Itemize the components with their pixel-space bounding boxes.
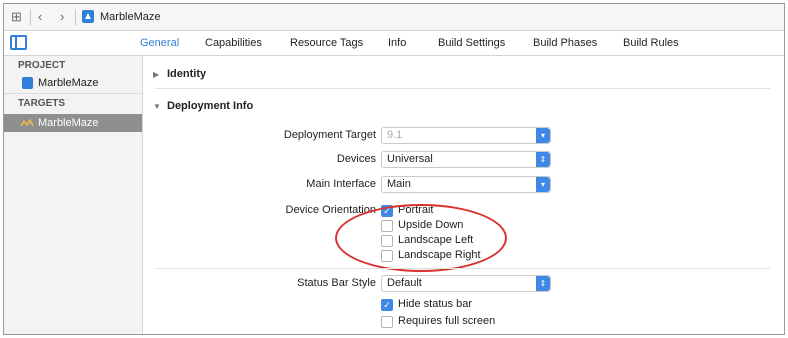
status-bar-style-value: Default (387, 277, 422, 289)
tab-general[interactable]: General (140, 37, 179, 49)
deployment-target-value: 9.1 (387, 129, 403, 141)
up-down-chevron-icon: ⇕ (536, 276, 550, 291)
editor-tab-bar: General Capabilities Resource Tags Info … (4, 31, 784, 56)
tab-info[interactable]: Info (388, 37, 406, 49)
identity-section-title[interactable]: Identity (167, 68, 206, 80)
sidebar-item-target[interactable]: MarbleMaze (4, 114, 142, 132)
checkbox-label: Hide status bar (398, 298, 472, 310)
sidebar-divider (4, 93, 142, 94)
project-heading: PROJECT (18, 60, 66, 71)
chevron-left-icon[interactable]: ‹ (38, 10, 42, 24)
up-down-chevron-icon: ⇕ (536, 152, 550, 167)
tab-build-settings[interactable]: Build Settings (438, 37, 505, 49)
project-navigator: PROJECT MarbleMaze TARGETS MarbleMaze (4, 56, 143, 334)
disclosure-expanded-icon[interactable]: ▼ (153, 102, 161, 111)
tab-build-rules[interactable]: Build Rules (623, 37, 679, 49)
checkbox-label: Requires full screen (398, 315, 496, 327)
disclosure-collapsed-icon[interactable]: ▶ (153, 70, 159, 79)
deployment-target-label: Deployment Target (283, 129, 376, 141)
project-icon (22, 77, 33, 89)
devices-label: Devices (336, 153, 376, 165)
general-settings-panel: ▶ Identity ▼ Deployment Info Deployment … (143, 56, 784, 334)
breadcrumb-project[interactable]: MarbleMaze (100, 11, 161, 23)
sidebar-item-project[interactable]: MarbleMaze (4, 74, 142, 92)
chevron-down-icon[interactable]: ▾ (536, 128, 550, 143)
main-interface-combo[interactable]: Main ▾ (381, 176, 551, 193)
status-bar-style-popup[interactable]: Default ⇕ (381, 275, 551, 292)
sidebar-toggle-icon[interactable] (10, 35, 27, 50)
toolbar-divider (30, 9, 31, 25)
grid-icon[interactable]: ⊞ (11, 10, 22, 24)
toolbar: ⊞ ‹ › MarbleMaze (4, 4, 784, 31)
checkmark-icon: ✓ (381, 299, 393, 311)
section-divider (155, 268, 770, 269)
tab-capabilities[interactable]: Capabilities (205, 37, 262, 49)
app-target-icon (20, 119, 34, 127)
xcode-window: ⊞ ‹ › MarbleMaze General Capabilities Re… (3, 3, 785, 335)
chevron-right-icon[interactable]: › (60, 10, 64, 24)
deployment-info-section-title[interactable]: Deployment Info (167, 100, 253, 112)
project-file-icon (82, 10, 94, 23)
devices-value: Universal (387, 153, 433, 165)
status-bar-style-label: Status Bar Style (297, 277, 376, 289)
sidebar-item-label: MarbleMaze (38, 77, 99, 89)
devices-popup[interactable]: Universal ⇕ (381, 151, 551, 168)
chevron-down-icon[interactable]: ▾ (536, 177, 550, 192)
toolbar-divider (75, 9, 76, 25)
targets-heading: TARGETS (18, 98, 66, 109)
main-interface-label: Main Interface (306, 178, 376, 190)
tab-build-phases[interactable]: Build Phases (533, 37, 597, 49)
annotation-ellipse (335, 204, 507, 272)
main-interface-value: Main (387, 178, 411, 190)
tab-resource-tags[interactable]: Resource Tags (290, 37, 363, 49)
sidebar-item-label: MarbleMaze (38, 117, 99, 129)
deployment-target-combo[interactable]: 9.1 ▾ (381, 127, 551, 144)
section-divider (155, 88, 770, 89)
checkbox-box (381, 316, 393, 328)
